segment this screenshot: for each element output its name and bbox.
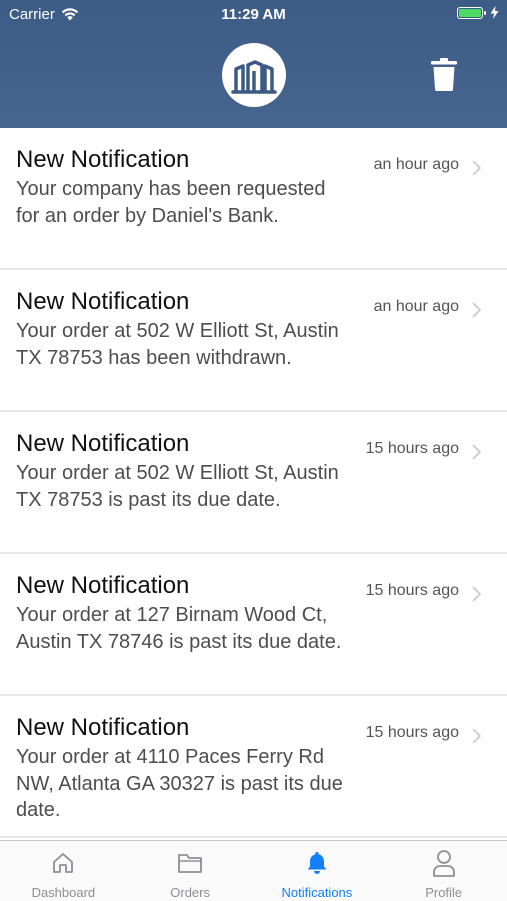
bell-icon: [307, 852, 327, 874]
home-icon: [53, 853, 74, 873]
notification-title: New Notification: [16, 146, 190, 173]
notification-time: 15 hours ago: [365, 582, 459, 599]
company-logo: [222, 43, 286, 107]
tab-label: Dashboard: [31, 885, 96, 900]
tab-label: Notifications: [281, 885, 353, 900]
notification-time: 15 hours ago: [365, 724, 459, 741]
charging-bolt-icon: [490, 6, 499, 19]
chevron-right-icon: [472, 586, 481, 602]
tab-label: Orders: [170, 885, 210, 900]
chevron-right-icon: [472, 728, 481, 744]
notification-time: an hour ago: [373, 156, 459, 173]
tab-bar: Dashboard Orders Notifications Profile: [0, 840, 507, 901]
delete-all-button[interactable]: [428, 56, 460, 92]
notification-message: Your order at 502 W Elliott St, Austin T…: [16, 320, 339, 369]
chevron-right-icon: [472, 444, 481, 460]
notification-time: 15 hours ago: [365, 440, 459, 457]
notification-row[interactable]: New Notification Your order at 502 W Ell…: [0, 270, 507, 412]
battery-status: [457, 6, 499, 19]
notification-row[interactable]: New Notification Your company has been r…: [0, 128, 507, 270]
tab-label: Profile: [425, 885, 463, 900]
notification-title: New Notification: [16, 288, 190, 315]
folder-icon: [178, 854, 203, 873]
tab-notifications[interactable]: Notifications: [254, 841, 381, 901]
notification-title: New Notification: [16, 714, 190, 741]
battery-icon: [457, 6, 486, 19]
notification-row[interactable]: New Notification Your order at 4110 Pace…: [0, 696, 507, 838]
chevron-right-icon: [472, 160, 481, 176]
notification-time: an hour ago: [373, 298, 459, 315]
status-bar: Carrier 11:29 AM: [0, 0, 507, 28]
notification-title: New Notification: [16, 572, 190, 599]
notification-message: Your order at 502 W Elliott St, Austin T…: [16, 462, 339, 511]
notification-message: Your order at 127 Birnam Wood Ct, Austin…: [16, 604, 342, 653]
notification-message: Your company has been requested for an o…: [16, 178, 326, 227]
notification-row[interactable]: New Notification Your order at 127 Birna…: [0, 554, 507, 696]
user-icon: [432, 850, 455, 877]
chevron-right-icon: [472, 302, 481, 318]
clock: 11:29 AM: [221, 6, 286, 23]
tab-profile[interactable]: Profile: [380, 841, 507, 901]
notification-row[interactable]: New Notification Your order at 502 W Ell…: [0, 412, 507, 554]
tab-orders[interactable]: Orders: [127, 841, 254, 901]
notification-message: Your order at 4110 Paces Ferry Rd NW, At…: [16, 746, 343, 821]
notification-title: New Notification: [16, 430, 190, 457]
building-columns-icon: [231, 60, 277, 94]
trash-icon: [431, 57, 457, 91]
tab-dashboard[interactable]: Dashboard: [0, 841, 127, 901]
notification-list[interactable]: New Notification Your company has been r…: [0, 128, 507, 840]
